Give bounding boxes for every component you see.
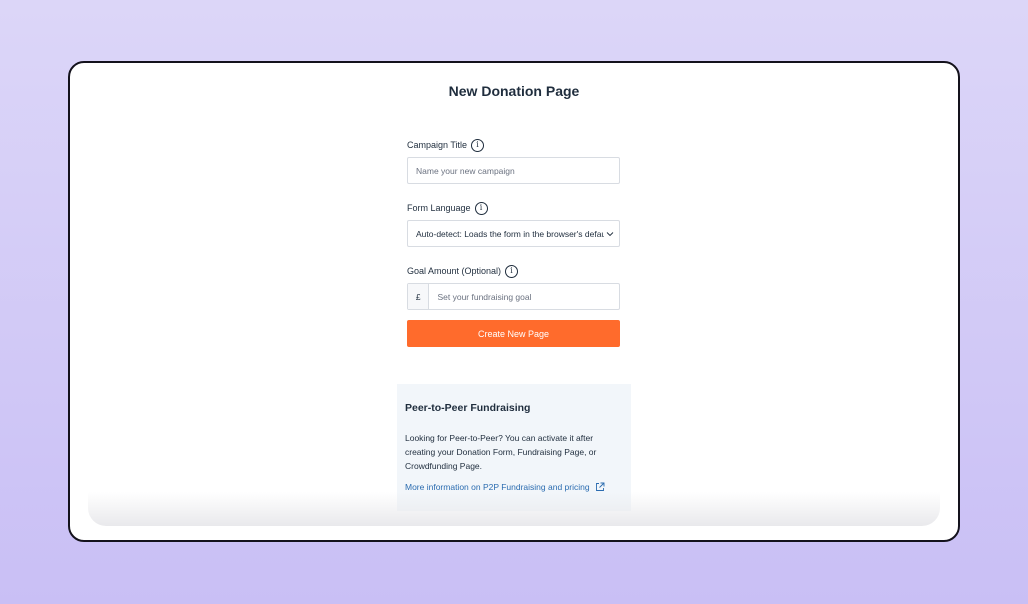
chevron-down-icon — [604, 228, 616, 240]
goal-amount-label-row: Goal Amount (Optional) i — [407, 263, 620, 279]
form-language-label: Form Language — [407, 203, 471, 213]
app-window: New Donation Page Campaign Title i Form … — [68, 61, 960, 542]
p2p-description: Looking for Peer-to-Peer? You can activa… — [405, 433, 597, 471]
campaign-title-field — [407, 157, 620, 184]
goal-amount-field: £ — [407, 283, 620, 310]
bottom-fade-divider — [88, 492, 940, 526]
form-language-label-row: Form Language i — [407, 200, 620, 216]
goal-amount-input[interactable] — [429, 284, 619, 309]
campaign-title-input[interactable] — [408, 158, 619, 183]
page-title: New Donation Page — [448, 83, 580, 99]
campaign-title-label-row: Campaign Title i — [407, 137, 620, 153]
p2p-title: Peer-to-Peer Fundraising — [405, 402, 531, 414]
currency-symbol: £ — [408, 284, 430, 309]
info-icon[interactable]: i — [471, 138, 485, 152]
info-icon[interactable]: i — [505, 264, 519, 278]
p2p-info-link[interactable]: More information on P2P Fundraising and … — [405, 482, 623, 492]
info-icon[interactable]: i — [474, 201, 488, 215]
donation-form: Campaign Title i Form Language i Auto-de… — [407, 137, 620, 347]
create-new-page-button[interactable]: Create New Page — [407, 320, 620, 347]
goal-amount-label: Goal Amount (Optional) — [407, 266, 502, 276]
form-language-value: Auto-detect: Loads the form in the brows… — [416, 228, 604, 239]
form-language-select[interactable]: Auto-detect: Loads the form in the brows… — [407, 220, 620, 247]
external-link-icon[interactable] — [595, 482, 605, 492]
campaign-title-label: Campaign Title — [407, 140, 468, 150]
p2p-link-label[interactable]: More information on P2P Fundraising and … — [405, 482, 590, 492]
